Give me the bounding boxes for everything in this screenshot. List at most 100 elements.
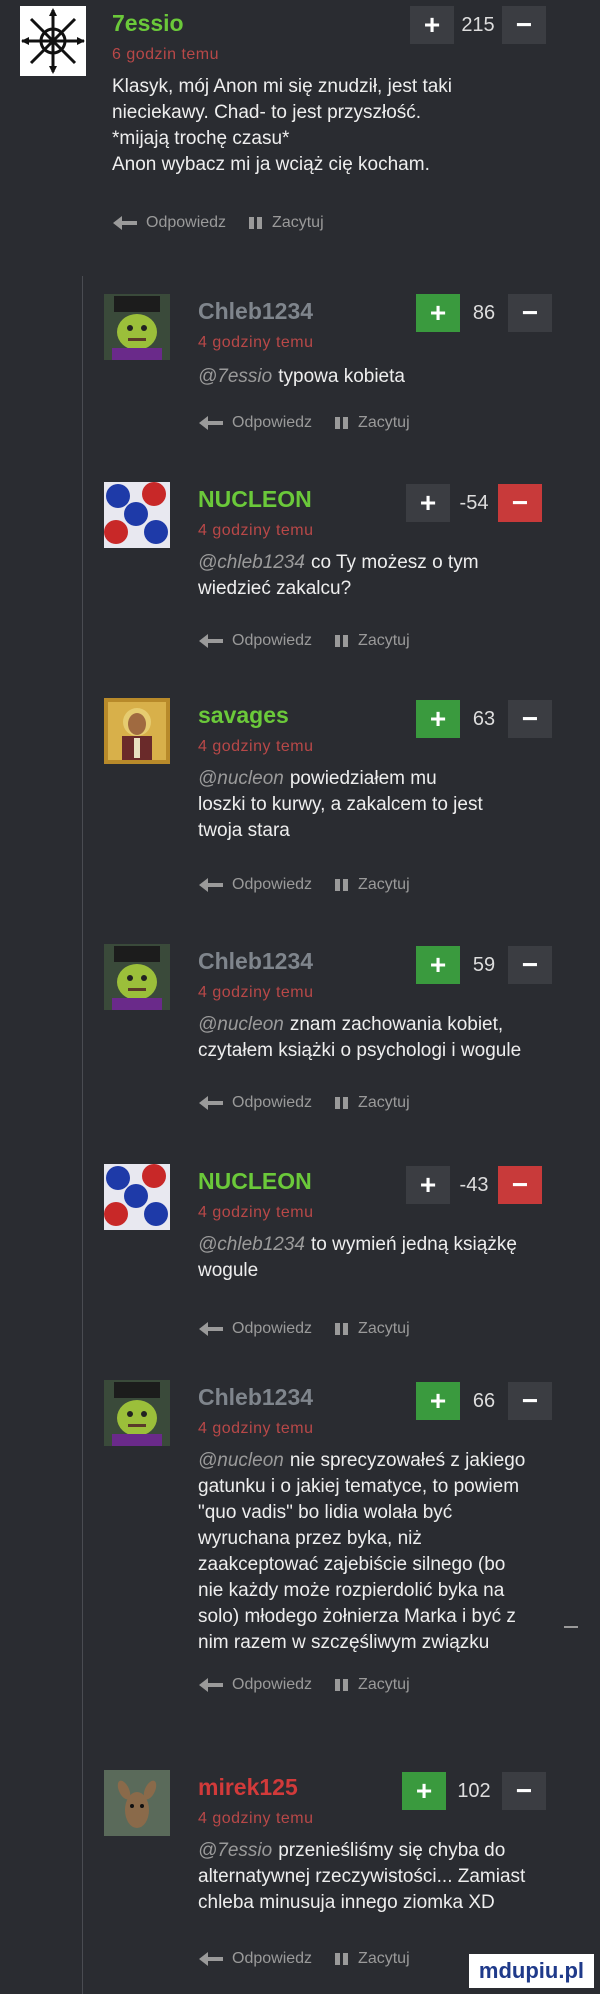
upvote-button[interactable]: +: [416, 1382, 460, 1420]
upvote-button[interactable]: +: [416, 700, 460, 738]
username[interactable]: Chleb1234: [198, 298, 313, 325]
text-line: zaakceptować zajebiście silnego (bo: [198, 1554, 506, 1575]
comment-actions: Odpowiedz Zacytuj: [198, 1320, 432, 1338]
mention[interactable]: @nucleon: [198, 1014, 284, 1035]
comment-actions: Odpowiedz Zacytuj: [198, 414, 432, 432]
reply-arrow-icon: [199, 416, 223, 430]
timestamp: 6 godzin temu: [112, 46, 220, 63]
downvote-button[interactable]: −: [508, 946, 552, 984]
quote-icon: [335, 1097, 349, 1109]
comment-reply: Chleb1234 4 godziny temu + 66 − @nucleon…: [0, 1380, 600, 1760]
text-line: gatunku i o jakiej tematyce, to powiem: [198, 1476, 520, 1497]
mention[interactable]: @nucleon: [198, 768, 284, 789]
collapse-indicator[interactable]: [564, 1626, 578, 1628]
downvote-button[interactable]: −: [502, 1772, 546, 1810]
username[interactable]: 7essio: [112, 10, 184, 37]
downvote-button[interactable]: −: [498, 484, 542, 522]
reply-button[interactable]: Odpowiedz: [198, 632, 312, 650]
avatar[interactable]: [104, 482, 170, 548]
username[interactable]: mirek125: [198, 1774, 298, 1801]
mention[interactable]: @7essio: [198, 366, 272, 387]
reply-arrow-icon: [113, 216, 137, 230]
quote-button[interactable]: Zacytuj: [248, 214, 324, 232]
quote-button[interactable]: Zacytuj: [334, 632, 410, 650]
reply-arrow-icon: [199, 1952, 223, 1966]
religious-icon-icon: [104, 698, 170, 764]
text-line: "quo vadis" bo lidia wolała być: [198, 1502, 453, 1523]
reply-arrow-icon: [199, 1096, 223, 1110]
avatar[interactable]: [20, 6, 86, 76]
reply-button[interactable]: Odpowiedz: [198, 1094, 312, 1112]
text-line: wiedzieć zakalcu?: [198, 578, 352, 599]
quote-icon: [335, 1323, 349, 1335]
vote-controls: + 63 −: [416, 700, 552, 738]
downvote-button[interactable]: −: [508, 294, 552, 332]
shrek-soldier-icon: [104, 294, 170, 360]
comment-text: @nucleon powiedziałem mu loszki to kurwy,…: [198, 766, 483, 844]
quote-button[interactable]: Zacytuj: [334, 1094, 410, 1112]
mention[interactable]: @nucleon: [198, 1450, 284, 1471]
avatar[interactable]: [104, 294, 170, 360]
quote-button[interactable]: Zacytuj: [334, 876, 410, 894]
avatar[interactable]: [104, 944, 170, 1010]
mention[interactable]: @7essio: [198, 1840, 272, 1861]
text-line: loszki to kurwy, a zakalcem to jest: [198, 794, 483, 815]
quote-icon: [335, 417, 349, 429]
upvote-button[interactable]: +: [416, 946, 460, 984]
timestamp: 4 godziny temu: [198, 984, 314, 1001]
reply-arrow-icon: [199, 1678, 223, 1692]
text-line: alternatywnej rzeczywistości... Zamiast: [198, 1866, 526, 1887]
quote-icon: [335, 879, 349, 891]
upvote-button[interactable]: +: [402, 1772, 446, 1810]
shrek-soldier-icon: [104, 944, 170, 1010]
vote-controls: + -54 −: [406, 484, 542, 522]
upvote-button[interactable]: +: [406, 484, 450, 522]
avatar[interactable]: [104, 698, 170, 764]
reply-button[interactable]: Odpowiedz: [112, 214, 226, 232]
quote-label: Zacytuj: [358, 1320, 410, 1337]
shrek-soldier-icon: [104, 1380, 170, 1446]
upvote-button[interactable]: +: [410, 6, 454, 44]
mention[interactable]: @chleb1234: [198, 1234, 305, 1255]
text-line: *mijają trochę czasu*: [112, 128, 290, 149]
mention[interactable]: @chleb1234: [198, 552, 305, 573]
quote-button[interactable]: Zacytuj: [334, 1320, 410, 1338]
quote-button[interactable]: Zacytuj: [334, 414, 410, 432]
downvote-button[interactable]: −: [508, 1382, 552, 1420]
watermark: mdupiu.pl: [468, 1954, 594, 1988]
comment-reply: Chleb1234 4 godziny temu + 86 − @7essio t…: [0, 290, 600, 450]
quote-icon: [335, 1679, 349, 1691]
avatar[interactable]: [104, 1164, 170, 1230]
reply-button[interactable]: Odpowiedz: [198, 1676, 312, 1694]
timestamp: 4 godziny temu: [198, 1204, 314, 1221]
downvote-button[interactable]: −: [498, 1166, 542, 1204]
reply-button[interactable]: Odpowiedz: [198, 414, 312, 432]
reply-label: Odpowiedz: [232, 1320, 313, 1337]
upvote-button[interactable]: +: [406, 1166, 450, 1204]
username[interactable]: Chleb1234: [198, 948, 313, 975]
quote-button[interactable]: Zacytuj: [334, 1676, 410, 1694]
downvote-button[interactable]: −: [502, 6, 546, 44]
username[interactable]: Chleb1234: [198, 1384, 313, 1411]
downvote-button[interactable]: −: [508, 700, 552, 738]
avatar[interactable]: [104, 1770, 170, 1836]
score: 59: [472, 953, 496, 976]
comment-actions: Odpowiedz Zacytuj: [198, 876, 432, 894]
quote-button[interactable]: Zacytuj: [334, 1950, 410, 1968]
reply-button[interactable]: Odpowiedz: [198, 1950, 312, 1968]
text-line: @nucleon powiedziałem mu: [198, 768, 437, 789]
vote-controls: + 66 −: [416, 1382, 552, 1420]
username[interactable]: NUCLEON: [198, 486, 312, 513]
username[interactable]: NUCLEON: [198, 1168, 312, 1195]
upvote-button[interactable]: +: [416, 294, 460, 332]
reply-button[interactable]: Odpowiedz: [198, 1320, 312, 1338]
avatar[interactable]: [104, 1380, 170, 1446]
reply-button[interactable]: Odpowiedz: [198, 876, 312, 894]
vote-controls: + 102 −: [402, 1772, 546, 1810]
quote-label: Zacytuj: [358, 414, 410, 431]
text-line: twoja stara: [198, 820, 290, 841]
timestamp: 4 godziny temu: [198, 1420, 314, 1437]
quote-label: Zacytuj: [358, 1676, 410, 1693]
text-line: @7essio typowa kobieta: [198, 366, 405, 387]
username[interactable]: savages: [198, 702, 289, 729]
